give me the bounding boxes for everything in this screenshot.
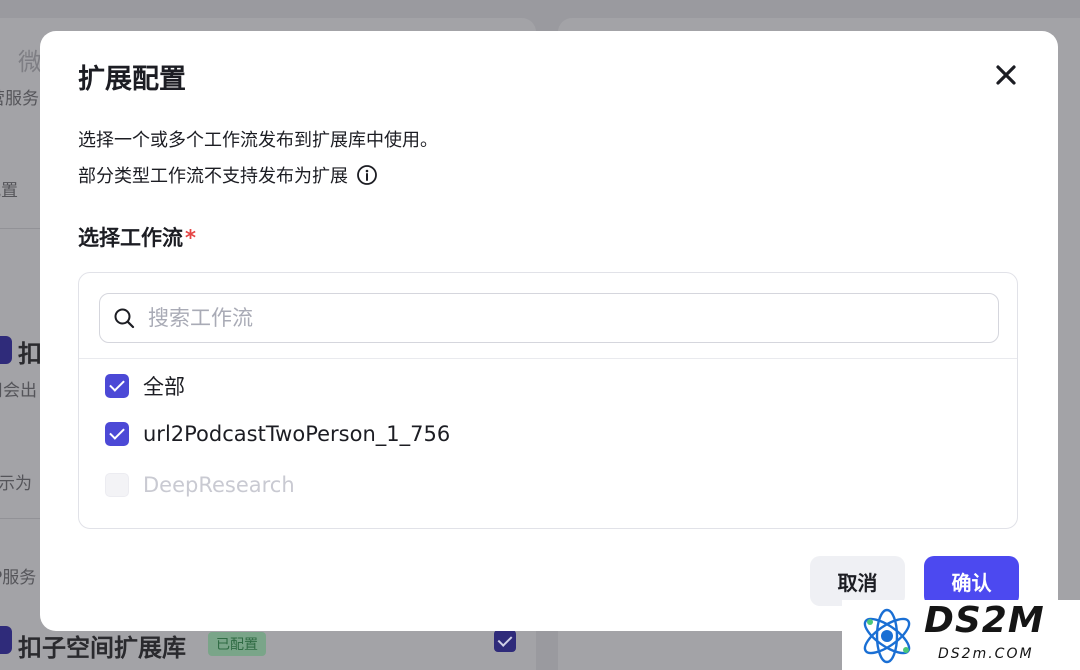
search-input[interactable] xyxy=(146,305,970,331)
workflow-selector: 全部 url2PodcastTwoPerson_1_756 DeepResear… xyxy=(78,272,1018,529)
confirm-button[interactable]: 确认 xyxy=(924,556,1019,606)
checkbox-disabled xyxy=(105,473,129,497)
divider xyxy=(79,358,1017,359)
workflow-option-label: DeepResearch xyxy=(143,473,295,497)
dialog-description: 选择一个或多个工作流发布到扩展库中使用。 xyxy=(78,130,438,151)
dialog-note: 部分类型工作流不支持发布为扩展 xyxy=(78,162,378,188)
watermark: DS2M DS2m.COM xyxy=(842,600,1080,670)
cancel-button[interactable]: 取消 xyxy=(810,556,905,606)
close-button[interactable] xyxy=(992,61,1020,89)
search-box xyxy=(99,293,999,343)
app-icon xyxy=(0,626,12,654)
background-text: 配置 xyxy=(0,181,18,201)
dialog-title: 扩展配置 xyxy=(78,64,186,95)
background-text: 扣子空间扩展库 xyxy=(18,634,186,662)
workflow-option-label: 全部 xyxy=(143,375,185,399)
background-text: P服务 xyxy=(0,568,37,588)
workflow-option[interactable]: url2PodcastTwoPerson_1_756 xyxy=(105,422,450,446)
workflow-option-label: url2PodcastTwoPerson_1_756 xyxy=(143,422,451,446)
info-icon[interactable] xyxy=(356,164,378,186)
checkbox[interactable] xyxy=(105,374,129,398)
dialog-note-text: 部分类型工作流不支持发布为扩展 xyxy=(78,166,348,187)
background-text: 示为 xyxy=(0,474,32,494)
workflow-field-label: 选择工作流* xyxy=(78,222,196,252)
workflow-option-disabled: DeepResearch xyxy=(105,473,295,497)
background-text: 用会出 xyxy=(0,381,37,401)
workflow-field-label-text: 选择工作流 xyxy=(78,226,183,250)
app-icon xyxy=(0,336,12,364)
workflow-option-all[interactable]: 全部 xyxy=(105,371,185,401)
status-badge: 已配置 xyxy=(208,632,266,656)
extension-config-dialog: 扩展配置 选择一个或多个工作流发布到扩展库中使用。 部分类型工作流不支持发布为扩… xyxy=(40,31,1058,631)
watermark-subtext: DS2m.COM xyxy=(938,646,1034,662)
background-text: 扣 xyxy=(18,340,42,368)
background-checkbox xyxy=(494,630,516,652)
background-text: 微 xyxy=(18,48,42,76)
atom-logo-icon xyxy=(863,608,911,664)
search-icon xyxy=(114,308,135,329)
close-icon xyxy=(996,65,1016,85)
background-text: 营服务 xyxy=(0,89,39,109)
screen: 微 营服务 配置 扣 用会出 示为 P服务 扣子空间扩展库 已配置 扩展配置 选… xyxy=(0,0,1080,670)
required-mark: * xyxy=(185,226,196,250)
checkbox[interactable] xyxy=(105,422,129,446)
watermark-text: DS2M xyxy=(924,600,1045,641)
